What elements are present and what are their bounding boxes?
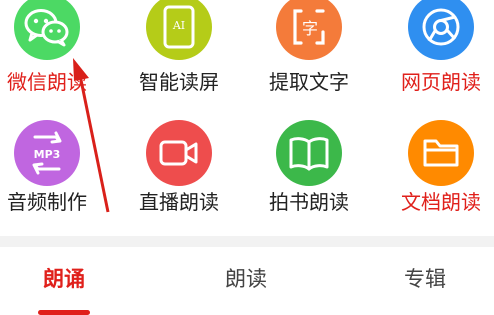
live-read-label: 直播朗读 [139, 190, 219, 214]
folder-icon [423, 139, 459, 167]
extract-text-icon: 字 [293, 9, 325, 45]
ai-screen-icon: AI [163, 5, 195, 49]
audio-make-button[interactable]: MP3 [14, 120, 80, 186]
wechat-read-button[interactable] [14, 0, 80, 60]
photo-book-read-button[interactable] [276, 120, 342, 186]
active-tab-indicator [38, 310, 90, 315]
web-read-label: 网页朗读 [401, 70, 481, 94]
smart-screen-read-button[interactable]: AI [146, 0, 212, 60]
audio-make-label: 音频制作 [7, 190, 87, 214]
extract-text-button[interactable]: 字 [276, 0, 342, 60]
live-read-button[interactable] [146, 120, 212, 186]
tab-read[interactable]: 朗读 [186, 265, 306, 293]
section-divider [0, 236, 494, 247]
document-read-button[interactable] [408, 120, 474, 186]
svg-text:字: 字 [302, 19, 318, 38]
tab-recite[interactable]: 朗诵 [4, 265, 124, 293]
document-read-label: 文档朗读 [401, 190, 481, 214]
svg-text:MP3: MP3 [34, 148, 61, 161]
open-book-icon [289, 137, 329, 171]
svg-text:AI: AI [172, 19, 185, 32]
extract-text-label: 提取文字 [269, 70, 349, 94]
photo-book-read-label: 拍书朗读 [269, 190, 349, 214]
browser-icon [422, 8, 460, 46]
wechat-icon [24, 9, 69, 47]
feature-panel: 微信朗读 AI 智能读屏 字 提取文字 网页朗读 MP3 音频制作 直播朗读 拍… [0, 0, 494, 315]
tab-album[interactable]: 专辑 [365, 265, 485, 293]
video-camera-icon [159, 140, 198, 166]
wechat-read-label: 微信朗读 [7, 70, 87, 94]
mp3-icon: MP3 [32, 131, 62, 175]
web-read-button[interactable] [408, 0, 474, 60]
smart-screen-read-label: 智能读屏 [139, 70, 219, 94]
